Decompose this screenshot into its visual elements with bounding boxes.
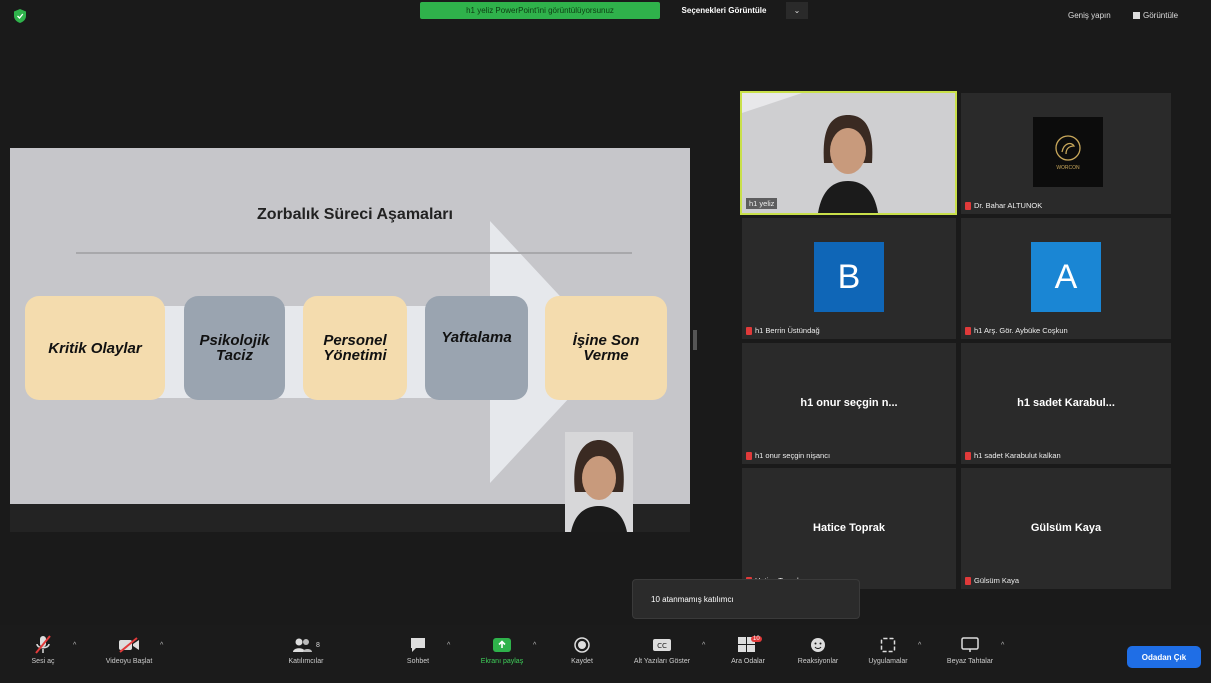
- presenter-pip-video[interactable]: [565, 432, 633, 532]
- grid-icon: [1133, 12, 1140, 19]
- record-button[interactable]: Kaydet: [546, 634, 618, 665]
- breakout-rooms-icon: 10: [737, 634, 762, 656]
- video-off-icon: [118, 634, 140, 656]
- participant-name-label: Gülsüm Kaya: [965, 576, 1019, 585]
- video-options-caret[interactable]: ^: [160, 642, 163, 649]
- muted-mic-icon: [965, 451, 971, 460]
- captions-label: Alt Yazıları Göster: [633, 658, 691, 665]
- stage-psikolojik-taciz: Psikolojik Taciz: [184, 296, 285, 400]
- captions-icon: CC: [652, 634, 672, 656]
- muted-mic-icon: [746, 326, 752, 335]
- muted-mic-icon: [965, 201, 971, 210]
- reactions-icon: [810, 634, 826, 656]
- participant-name-label: h1 yeliz: [746, 198, 778, 209]
- apps-button[interactable]: Uygulamalar: [852, 634, 924, 665]
- logo-emblem-icon: [1055, 134, 1081, 161]
- participant-tile-onur[interactable]: h1 onur seçgin n... h1 onur seçgin nişan…: [742, 343, 956, 464]
- view-options-button[interactable]: Seçenekleri Görüntüle: [668, 2, 780, 19]
- audio-options-caret[interactable]: ^: [73, 642, 76, 649]
- participant-video-feed: [742, 93, 955, 213]
- share-screen-icon: [492, 634, 512, 656]
- participant-tile-bahar-altunok[interactable]: WORCON Dr. Bahar ALTUNOK: [961, 93, 1171, 214]
- whiteboard-options-caret[interactable]: ^: [1001, 642, 1004, 649]
- apps-icon: [880, 634, 896, 656]
- sharing-status-banner: h1 yeliz PowerPoint'ini görüntülüyorsunu…: [420, 2, 660, 19]
- participant-tile-yeliz[interactable]: h1 yeliz: [740, 91, 957, 215]
- unassigned-participants-tooltip: 10 atanmamış katılımcı: [632, 579, 860, 619]
- whiteboard-label: Beyaz Tahtalar: [946, 658, 994, 665]
- share-screen-button[interactable]: Ekranı paylaş: [466, 634, 538, 665]
- share-screen-label: Ekranı paylaş: [480, 658, 524, 665]
- participant-name-label: h1 Arş. Gör. Aybüke Coşkun: [965, 326, 1068, 335]
- gallery-view-label: Görüntüle: [1143, 11, 1179, 20]
- apps-label: Uygulamalar: [868, 658, 908, 665]
- participant-tile-hatice[interactable]: Hatice Toprak Hatice Toprak: [742, 468, 956, 589]
- participant-name-label: h1 onur seçgin nişancı: [746, 451, 830, 460]
- share-options-caret[interactable]: ^: [533, 642, 536, 649]
- slide-divider-line: [76, 252, 632, 254]
- security-shield-icon[interactable]: [14, 9, 26, 23]
- unmute-label: Sesi aç: [31, 658, 55, 665]
- participant-name-label: h1 Berrin Üstündağ: [746, 326, 820, 335]
- muted-mic-icon: [965, 326, 971, 335]
- captions-options-caret[interactable]: ^: [702, 642, 705, 649]
- start-video-button[interactable]: Videoyu Başlat: [93, 634, 165, 665]
- start-video-label: Videoyu Başlat: [105, 658, 153, 665]
- chat-label: Sohbet: [406, 658, 430, 665]
- participants-button[interactable]: 8 Katılımcılar: [270, 634, 342, 665]
- captions-button[interactable]: CC Alt Yazıları Göster: [626, 634, 698, 665]
- reactions-label: Reaksiyonlar: [797, 658, 839, 665]
- participant-display-name: h1 onur seçgin n...: [800, 397, 898, 410]
- participant-tile-gulsum[interactable]: Gülsüm Kaya Gülsüm Kaya: [961, 468, 1171, 589]
- participant-tile-sadet[interactable]: h1 sadet Karabul... h1 sadet Karabulut k…: [961, 343, 1171, 464]
- stage-isine-son-verme: İşine Son Verme: [545, 296, 667, 400]
- stage-yaftalama: Yaftalama: [425, 296, 528, 400]
- view-options-caret[interactable]: ⌄: [786, 2, 808, 19]
- participants-icon: 8: [292, 634, 320, 656]
- chat-icon: [409, 634, 427, 656]
- gallery-view-button[interactable]: Görüntüle: [1133, 11, 1178, 20]
- stage-kritik-olaylar: Kritik Olaylar: [25, 296, 165, 400]
- meeting-toolbar: Sesi aç ^ Videoyu Başlat ^ 8 Katılımcıla…: [0, 625, 1211, 683]
- avatar-b: B: [814, 242, 884, 312]
- participant-tile-berrin[interactable]: B h1 Berrin Üstündağ: [742, 218, 956, 339]
- chat-button[interactable]: Sohbet: [382, 634, 454, 665]
- reactions-button[interactable]: Reaksiyonlar: [782, 634, 854, 665]
- participant-display-name: h1 sadet Karabul...: [1017, 397, 1115, 410]
- record-label: Kaydet: [571, 658, 593, 665]
- chat-options-caret[interactable]: ^: [447, 642, 450, 649]
- record-icon: [574, 634, 590, 656]
- mic-muted-icon: [35, 634, 51, 656]
- whiteboard-button[interactable]: Beyaz Tahtalar: [934, 634, 1006, 665]
- split-view-handle[interactable]: [693, 330, 697, 350]
- exit-fullscreen-button[interactable]: Geniş yapın: [1068, 11, 1111, 20]
- whiteboard-icon: [961, 634, 979, 656]
- participant-display-name: Gülsüm Kaya: [1030, 522, 1102, 535]
- participant-name-label: h1 sadet Karabulut kalkan: [965, 451, 1061, 460]
- participants-label: Katılımcılar: [288, 658, 324, 665]
- participant-tile-aybuke[interactable]: A h1 Arş. Gör. Aybüke Coşkun: [961, 218, 1171, 339]
- participant-display-name: Hatice Toprak: [813, 522, 885, 535]
- apps-options-caret[interactable]: ^: [918, 642, 921, 649]
- participant-name-label: Dr. Bahar ALTUNOK: [965, 201, 1042, 210]
- svg-text:CC: CC: [657, 642, 667, 650]
- avatar-a: A: [1031, 242, 1101, 312]
- worcon-logo: WORCON: [1033, 117, 1103, 187]
- breakout-rooms-label: Ara Odalar: [731, 658, 765, 665]
- stage-personel-yonetimi: Personel Yönetimi: [303, 296, 407, 400]
- breakout-badge: 10: [751, 636, 762, 642]
- breakout-rooms-button[interactable]: 10 Ara Odalar: [712, 634, 784, 665]
- leave-room-button[interactable]: Odadan Çık: [1127, 646, 1201, 668]
- presenter-person-image: [565, 432, 633, 532]
- unmute-button[interactable]: Sesi aç: [7, 634, 79, 665]
- muted-mic-icon: [746, 451, 752, 460]
- muted-mic-icon: [965, 576, 971, 585]
- participants-count: 8: [316, 641, 320, 649]
